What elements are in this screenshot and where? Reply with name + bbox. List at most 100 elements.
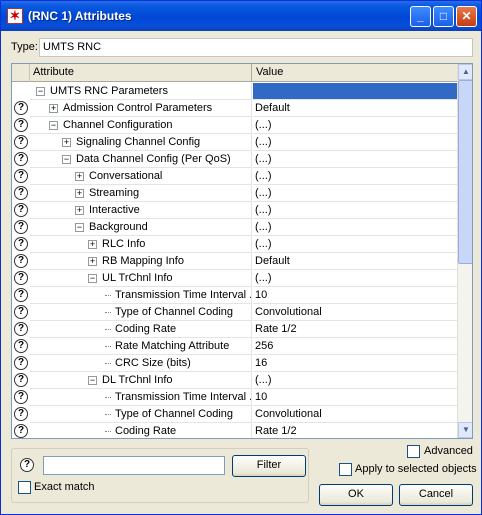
- value-cell[interactable]: Convolutional: [253, 304, 457, 321]
- value-cell[interactable]: Rate 1/2: [253, 321, 457, 338]
- filter-input[interactable]: [43, 456, 225, 475]
- value-cell[interactable]: Default: [253, 100, 457, 117]
- help-icon[interactable]: ?: [14, 203, 28, 217]
- column-header-attribute[interactable]: Attribute: [30, 64, 252, 82]
- collapse-icon[interactable]: −: [62, 155, 71, 164]
- attribute-cell[interactable]: − UMTS RNC Parameters: [30, 83, 252, 100]
- help-icon[interactable]: ?: [14, 169, 28, 183]
- value-cell[interactable]: (...): [253, 372, 457, 389]
- help-icon[interactable]: ?: [14, 373, 28, 387]
- attribute-cell[interactable]: Type of Channel Coding: [30, 406, 252, 423]
- attribute-cell[interactable]: + RLC Info: [30, 236, 252, 253]
- minimize-button[interactable]: _: [410, 6, 431, 27]
- attribute-cell[interactable]: CRC Size (bits): [30, 355, 252, 372]
- help-icon[interactable]: ?: [14, 407, 28, 421]
- scroll-down-icon[interactable]: ▼: [458, 422, 472, 438]
- value-cell[interactable]: Convolutional: [253, 406, 457, 423]
- help-icon[interactable]: ?: [14, 305, 28, 319]
- collapse-icon[interactable]: −: [36, 87, 45, 96]
- table-row[interactable]: ? + Conversational (...): [12, 168, 457, 185]
- value-cell[interactable]: Default: [253, 253, 457, 270]
- table-row[interactable]: ? − Background (...): [12, 219, 457, 236]
- table-row[interactable]: ? Rate Matching Attribute 256: [12, 338, 457, 355]
- help-icon[interactable]: ?: [20, 458, 34, 472]
- scroll-up-icon[interactable]: ▲: [458, 64, 472, 80]
- expand-icon[interactable]: +: [88, 257, 97, 266]
- table-row[interactable]: ? + RLC Info (...): [12, 236, 457, 253]
- attribute-cell[interactable]: − UL TrChnl Info: [30, 270, 252, 287]
- attribute-cell[interactable]: + Streaming: [30, 185, 252, 202]
- attribute-cell[interactable]: Rate Matching Attribute: [30, 338, 252, 355]
- help-icon[interactable]: ?: [14, 220, 28, 234]
- value-cell[interactable]: 10: [253, 389, 457, 406]
- column-header-value[interactable]: Value: [253, 64, 457, 82]
- value-cell[interactable]: 256: [253, 338, 457, 355]
- collapse-icon[interactable]: −: [75, 223, 84, 232]
- table-row[interactable]: ? CRC Size (bits) 16: [12, 355, 457, 372]
- attribute-cell[interactable]: Transmission Time Interval ...: [30, 287, 252, 304]
- value-cell[interactable]: (...): [253, 236, 457, 253]
- cancel-button[interactable]: Cancel: [399, 484, 473, 506]
- value-cell[interactable]: (...): [253, 117, 457, 134]
- attribute-cell[interactable]: + Interactive: [30, 202, 252, 219]
- help-icon[interactable]: ?: [14, 152, 28, 166]
- advanced-checkbox[interactable]: [407, 445, 420, 458]
- expand-icon[interactable]: +: [62, 138, 71, 147]
- title-bar[interactable]: ✶ (RNC 1) Attributes _ □ ✕: [1, 1, 481, 31]
- help-icon[interactable]: ?: [14, 288, 28, 302]
- value-cell[interactable]: (...): [253, 202, 457, 219]
- table-row[interactable]: ? + Interactive (...): [12, 202, 457, 219]
- help-icon[interactable]: ?: [14, 118, 28, 132]
- table-row[interactable]: ? Coding Rate Rate 1/2: [12, 321, 457, 338]
- value-cell[interactable]: (...): [253, 134, 457, 151]
- table-row[interactable]: ? Transmission Time Interval ... 10: [12, 287, 457, 304]
- attribute-cell[interactable]: Coding Rate: [30, 321, 252, 338]
- help-icon[interactable]: ?: [14, 186, 28, 200]
- attribute-cell[interactable]: − DL TrChnl Info: [30, 372, 252, 389]
- table-row[interactable]: ? + Signaling Channel Config (...): [12, 134, 457, 151]
- attribute-cell[interactable]: Coding Rate: [30, 423, 252, 438]
- table-row[interactable]: ? + RB Mapping Info Default: [12, 253, 457, 270]
- table-row[interactable]: ? Coding Rate Rate 1/2: [12, 423, 457, 438]
- table-row[interactable]: ? Type of Channel Coding Convolutional: [12, 304, 457, 321]
- value-cell[interactable]: 16: [253, 355, 457, 372]
- table-row[interactable]: ? − Data Channel Config (Per QoS) (...): [12, 151, 457, 168]
- value-cell[interactable]: (...): [253, 168, 457, 185]
- maximize-button[interactable]: □: [433, 6, 454, 27]
- help-icon[interactable]: ?: [14, 237, 28, 251]
- help-icon[interactable]: ?: [14, 390, 28, 404]
- attribute-cell[interactable]: + Conversational: [30, 168, 252, 185]
- value-cell[interactable]: (...): [253, 185, 457, 202]
- attribute-cell[interactable]: − Background: [30, 219, 252, 236]
- collapse-icon[interactable]: −: [88, 274, 97, 283]
- help-icon[interactable]: ?: [14, 339, 28, 353]
- ok-button[interactable]: OK: [319, 484, 393, 506]
- attribute-cell[interactable]: Type of Channel Coding: [30, 304, 252, 321]
- value-cell[interactable]: (...): [253, 219, 457, 236]
- expand-icon[interactable]: +: [75, 189, 84, 198]
- scroll-thumb[interactable]: [458, 80, 472, 264]
- help-icon[interactable]: ?: [14, 254, 28, 268]
- attribute-cell[interactable]: Transmission Time Interval ...: [30, 389, 252, 406]
- attribute-cell[interactable]: + RB Mapping Info: [30, 253, 252, 270]
- vertical-scrollbar[interactable]: ▲ ▼: [457, 64, 472, 438]
- expand-icon[interactable]: +: [49, 104, 58, 113]
- attribute-cell[interactable]: − Data Channel Config (Per QoS): [30, 151, 252, 168]
- help-icon[interactable]: ?: [14, 356, 28, 370]
- value-cell[interactable]: (...): [253, 151, 457, 168]
- help-icon[interactable]: ?: [14, 135, 28, 149]
- collapse-icon[interactable]: −: [88, 376, 97, 385]
- collapse-icon[interactable]: −: [49, 121, 58, 130]
- table-row[interactable]: ? Type of Channel Coding Convolutional: [12, 406, 457, 423]
- table-row[interactable]: ? − UL TrChnl Info (...): [12, 270, 457, 287]
- table-row[interactable]: ? Transmission Time Interval ... 10: [12, 389, 457, 406]
- filter-button[interactable]: Filter: [232, 455, 306, 477]
- expand-icon[interactable]: +: [88, 240, 97, 249]
- attribute-cell[interactable]: + Admission Control Parameters: [30, 100, 252, 117]
- attribute-cell[interactable]: + Signaling Channel Config: [30, 134, 252, 151]
- apply-to-selected-checkbox[interactable]: [339, 463, 352, 476]
- value-cell[interactable]: Rate 1/2: [253, 423, 457, 438]
- help-icon[interactable]: ?: [14, 424, 28, 438]
- help-icon[interactable]: ?: [14, 101, 28, 115]
- expand-icon[interactable]: +: [75, 172, 84, 181]
